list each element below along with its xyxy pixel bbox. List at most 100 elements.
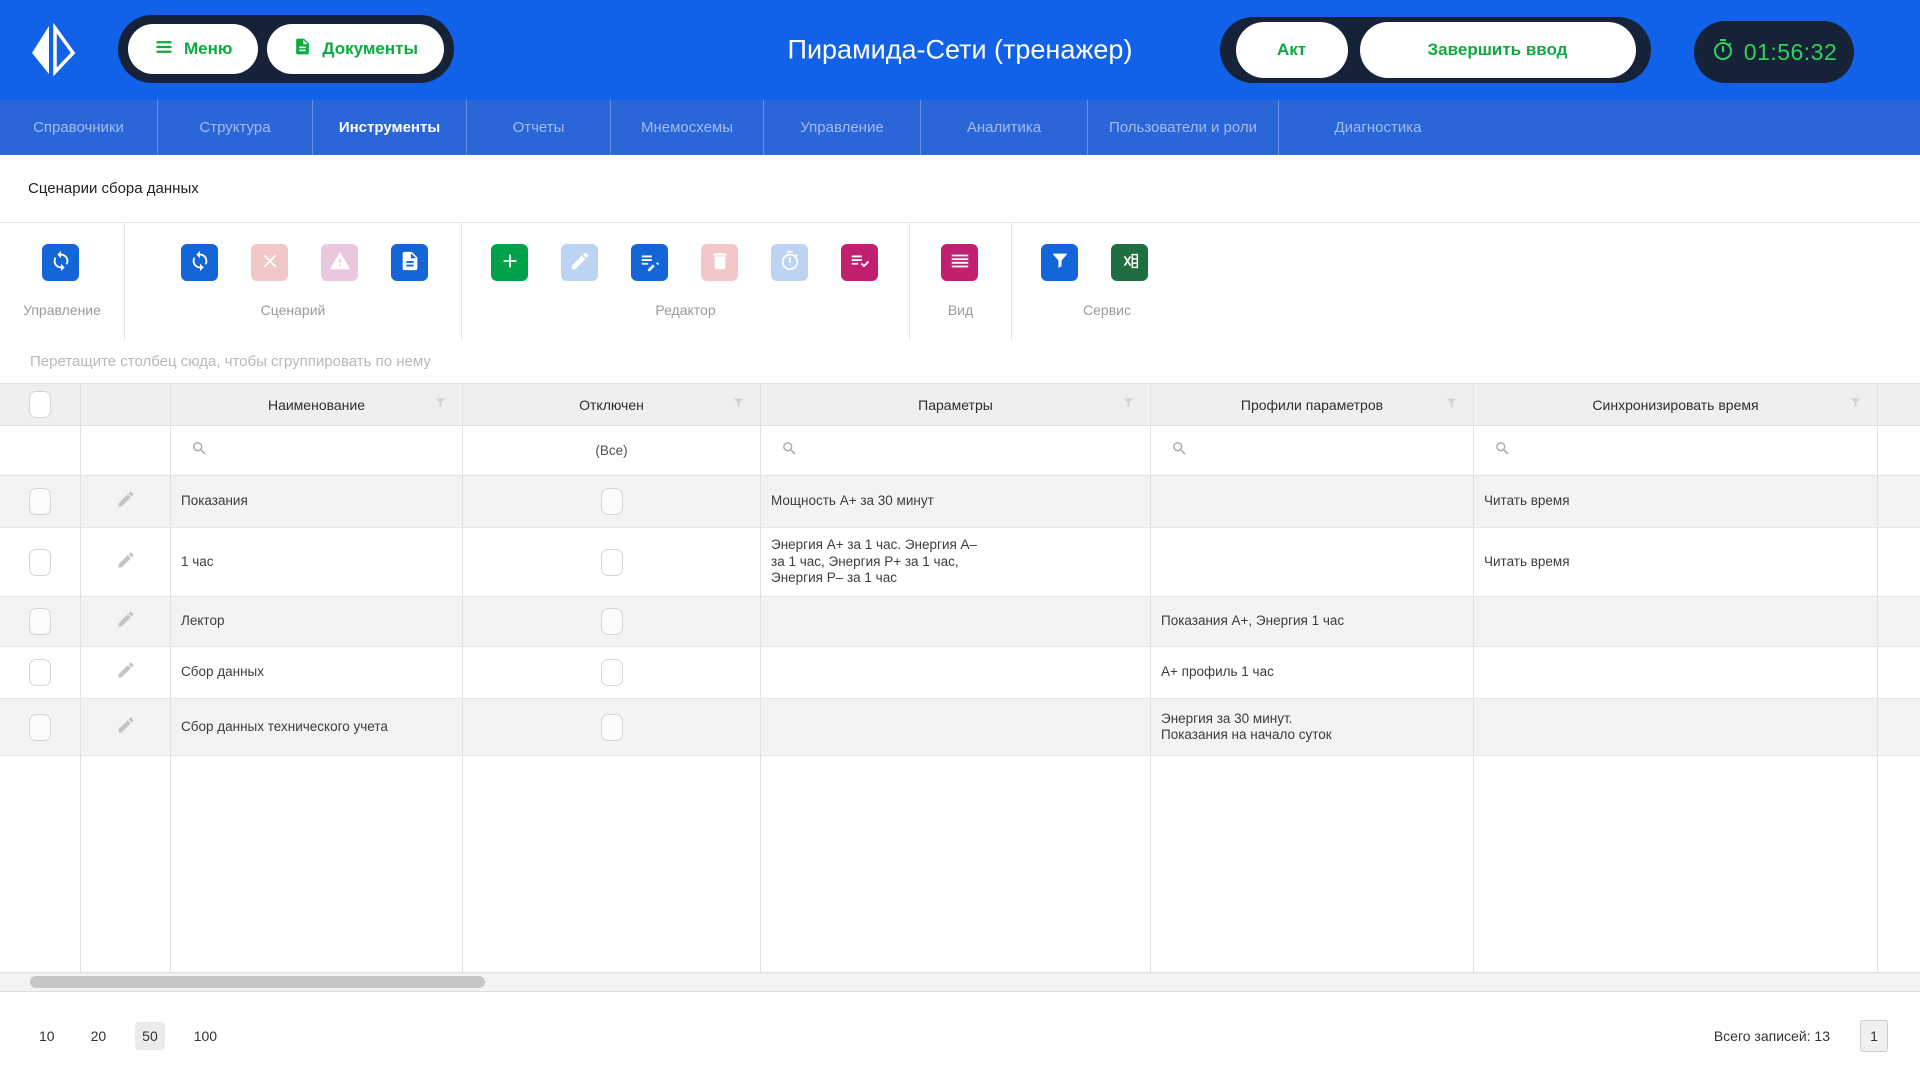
row-checkbox[interactable] xyxy=(29,488,51,515)
hamburger-icon xyxy=(154,37,174,62)
nav-item-instrumenty[interactable]: Инструменты xyxy=(312,100,466,155)
nav-item-otchety[interactable]: Отчеты xyxy=(466,100,610,155)
timer-value: 01:56:32 xyxy=(1743,38,1838,65)
edit-pencil-icon[interactable] xyxy=(116,715,136,740)
row-checkbox[interactable] xyxy=(29,659,51,686)
disabled-checkbox[interactable] xyxy=(600,488,623,515)
filter-button[interactable] xyxy=(1041,244,1078,281)
table-row[interactable]: Лектор Показания А+, Энергия 1 час xyxy=(0,597,1920,647)
edit-note-button[interactable] xyxy=(631,244,668,281)
edit-pencil-icon[interactable] xyxy=(116,660,136,685)
nav-item-polzovateli[interactable]: Пользователи и роли xyxy=(1087,100,1278,155)
filter-funnel-icon[interactable] xyxy=(1848,396,1863,414)
list-icon xyxy=(949,250,971,275)
nav-item-upravlenie[interactable]: Управление xyxy=(763,100,920,155)
cell-sync xyxy=(1473,699,1877,755)
row-checkbox[interactable] xyxy=(29,608,51,635)
cell-profiles xyxy=(1150,476,1473,527)
nav-item-spravochniki[interactable]: Справочники xyxy=(0,100,157,155)
filter-funnel-icon[interactable] xyxy=(1121,396,1136,414)
disabled-checkbox[interactable] xyxy=(600,608,623,635)
page-size-50[interactable]: 50 xyxy=(135,1022,165,1050)
table-row[interactable]: Сбор данных А+ профиль 1 час xyxy=(0,647,1920,699)
nav-item-mnemoskhemy[interactable]: Мнемосхемы xyxy=(610,100,763,155)
search-icon xyxy=(191,440,208,462)
scrollbar-thumb[interactable] xyxy=(30,976,485,988)
filter-funnel-icon[interactable] xyxy=(433,396,448,414)
scenario-refresh-button[interactable] xyxy=(181,244,218,281)
edit-pencil-icon[interactable] xyxy=(116,489,136,514)
close-icon xyxy=(259,250,281,275)
filter-input-params[interactable] xyxy=(760,426,1150,475)
funnel-icon xyxy=(1049,250,1071,275)
pencil-icon xyxy=(569,250,591,275)
table-filter-row: (Все) xyxy=(0,426,1920,476)
row-checkbox[interactable] xyxy=(29,713,51,741)
cell-name: Лектор xyxy=(170,597,462,646)
cell-name: Сбор данных xyxy=(170,647,462,698)
edit-pencil-icon[interactable] xyxy=(116,609,136,634)
column-header-sync[interactable]: Синхронизировать время xyxy=(1473,384,1877,425)
scenario-report-button[interactable] xyxy=(391,244,428,281)
table-row[interactable]: Сбор данных технического учета Энергия з… xyxy=(0,699,1920,756)
table-row[interactable]: 1 час Энергия А+ за 1 час. Энергия А– за… xyxy=(0,528,1920,597)
trash-icon xyxy=(709,250,731,275)
cell-extra xyxy=(1877,699,1920,755)
table-row[interactable]: Показания Мощность А+ за 30 минут Читать… xyxy=(0,476,1920,528)
filter-funnel-icon[interactable] xyxy=(1444,396,1459,414)
filter-dropdown-disabled[interactable]: (Все) xyxy=(462,426,760,475)
group-by-drop-zone[interactable]: Перетащите столбец сюда, чтобы сгруппиро… xyxy=(0,340,1920,383)
document-icon xyxy=(399,250,421,275)
approve-list-button[interactable] xyxy=(841,244,878,281)
filter-funnel-icon[interactable] xyxy=(731,396,746,414)
toolbar-group-servis: Сервис xyxy=(1012,223,1202,340)
select-all-checkbox[interactable] xyxy=(29,391,51,418)
menu-button[interactable]: Меню xyxy=(128,24,259,74)
page-size-10[interactable]: 10 xyxy=(32,1022,62,1050)
edit-pencil-icon[interactable] xyxy=(116,550,136,575)
filter-input-profiles[interactable] xyxy=(1150,426,1473,475)
toolbar-group-label: Сервис xyxy=(1083,302,1131,318)
nav-item-analitika[interactable]: Аналитика xyxy=(920,100,1087,155)
view-list-button[interactable] xyxy=(941,244,978,281)
scenario-warning-button[interactable] xyxy=(321,244,358,281)
cell-profiles: А+ профиль 1 час xyxy=(1150,647,1473,698)
page-size-20[interactable]: 20 xyxy=(84,1022,114,1050)
row-checkbox[interactable] xyxy=(29,548,51,576)
column-header-disabled[interactable]: Отключен xyxy=(462,384,760,425)
disabled-checkbox[interactable] xyxy=(600,548,623,576)
table-empty-area xyxy=(0,756,1920,972)
disabled-checkbox[interactable] xyxy=(600,659,623,686)
toolbar-group-redaktor: Редактор xyxy=(462,223,910,340)
schedule-button[interactable] xyxy=(771,244,808,281)
nav-item-diagnostika[interactable]: Диагностика xyxy=(1278,100,1477,155)
toolbar-group-upravlenie: Управление xyxy=(0,223,125,340)
act-button[interactable]: Акт xyxy=(1235,22,1348,78)
horizontal-scrollbar[interactable] xyxy=(0,972,1920,992)
filter-input-sync[interactable] xyxy=(1473,426,1877,475)
disabled-checkbox[interactable] xyxy=(600,713,623,741)
documents-button-label: Документы xyxy=(322,39,418,58)
add-button[interactable] xyxy=(491,244,528,281)
excel-export-button[interactable] xyxy=(1111,244,1148,281)
header-right-button-group: Акт Завершить ввод xyxy=(1220,17,1651,83)
scenario-cancel-button[interactable] xyxy=(251,244,288,281)
nav-item-struktura[interactable]: Структура xyxy=(157,100,312,155)
finish-input-button[interactable]: Завершить ввод xyxy=(1359,22,1636,78)
app-header: Меню Документы Пирамида-Сети (тренажер) … xyxy=(0,0,1920,100)
cell-sync: Читать время xyxy=(1473,476,1877,527)
menu-button-label: Меню xyxy=(184,39,233,58)
column-header-profiles[interactable]: Профили параметров xyxy=(1150,384,1473,425)
edit-button[interactable] xyxy=(561,244,598,281)
current-page-button[interactable]: 1 xyxy=(1860,1020,1888,1052)
refresh-button[interactable] xyxy=(42,244,79,281)
cell-sync xyxy=(1473,647,1877,698)
column-header-name[interactable]: Наименование xyxy=(170,384,462,425)
documents-button[interactable]: Документы xyxy=(267,24,444,74)
filter-input-name[interactable] xyxy=(170,426,462,475)
delete-button[interactable] xyxy=(701,244,738,281)
cell-sync xyxy=(1473,597,1877,646)
column-header-params[interactable]: Параметры xyxy=(760,384,1150,425)
page-size-100[interactable]: 100 xyxy=(187,1022,224,1050)
page-size-selector: 10 20 50 100 xyxy=(32,1022,224,1050)
